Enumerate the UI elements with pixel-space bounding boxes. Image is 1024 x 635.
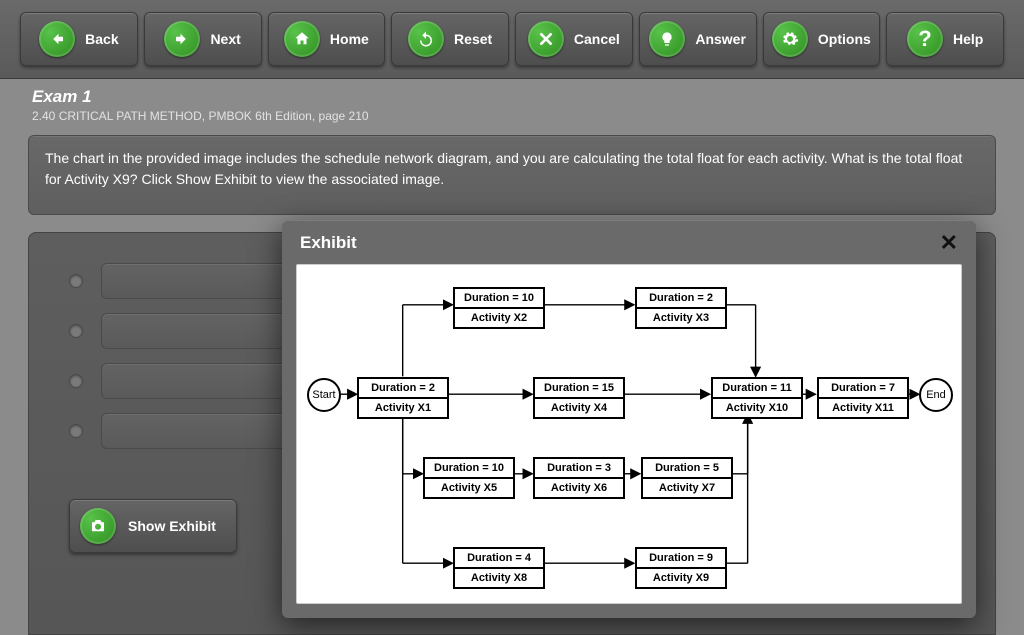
cancel-label: Cancel xyxy=(574,31,620,47)
next-label: Next xyxy=(210,31,240,47)
end-node: End xyxy=(919,378,953,412)
activity-x3: Duration = 2 Activity X3 xyxy=(635,287,727,329)
options-label: Options xyxy=(818,31,871,47)
radio-option-1[interactable] xyxy=(69,274,83,288)
back-button[interactable]: Back xyxy=(20,12,138,66)
answer-button[interactable]: Answer xyxy=(639,12,757,66)
arrow-left-icon xyxy=(39,21,75,57)
activity-x11: Duration = 7 Activity X11 xyxy=(817,377,909,419)
start-node: Start xyxy=(307,378,341,412)
activity-x10: Duration = 11 Activity X10 xyxy=(711,377,803,419)
exhibit-diagram: Start Duration = 2 Activity X1 Duration … xyxy=(296,264,962,604)
question-text: The chart in the provided image includes… xyxy=(28,135,996,215)
question-icon: ? xyxy=(907,21,943,57)
reset-button[interactable]: Reset xyxy=(391,12,509,66)
next-button[interactable]: Next xyxy=(144,12,262,66)
answer-label: Answer xyxy=(695,31,746,47)
show-exhibit-label: Show Exhibit xyxy=(128,518,216,534)
activity-x4: Duration = 15 Activity X4 xyxy=(533,377,625,419)
activity-x6: Duration = 3 Activity X6 xyxy=(533,457,625,499)
activity-x8: Duration = 4 Activity X8 xyxy=(453,547,545,589)
diagram-edges xyxy=(297,265,961,603)
radio-option-3[interactable] xyxy=(69,374,83,388)
activity-x9: Duration = 9 Activity X9 xyxy=(635,547,727,589)
exam-subtitle: 2.40 CRITICAL PATH METHOD, PMBOK 6th Edi… xyxy=(32,109,992,123)
help-label: Help xyxy=(953,31,983,47)
home-label: Home xyxy=(330,31,369,47)
modal-header: Exhibit ✕ xyxy=(282,220,976,264)
activity-x1: Duration = 2 Activity X1 xyxy=(357,377,449,419)
options-button[interactable]: Options xyxy=(763,12,881,66)
arrow-right-icon xyxy=(164,21,200,57)
activity-x2: Duration = 10 Activity X2 xyxy=(453,287,545,329)
camera-icon xyxy=(80,508,116,544)
modal-close-button[interactable]: ✕ xyxy=(940,230,958,256)
close-icon xyxy=(528,21,564,57)
show-exhibit-button[interactable]: Show Exhibit xyxy=(69,499,237,553)
exhibit-modal: Exhibit ✕ xyxy=(282,220,976,618)
activity-x7: Duration = 5 Activity X7 xyxy=(641,457,733,499)
refresh-icon xyxy=(408,21,444,57)
radio-option-2[interactable] xyxy=(69,324,83,338)
home-button[interactable]: Home xyxy=(268,12,386,66)
cancel-button[interactable]: Cancel xyxy=(515,12,633,66)
reset-label: Reset xyxy=(454,31,492,47)
modal-title: Exhibit xyxy=(300,233,357,253)
home-icon xyxy=(284,21,320,57)
help-button[interactable]: ? Help xyxy=(886,12,1004,66)
activity-x5: Duration = 10 Activity X5 xyxy=(423,457,515,499)
radio-option-4[interactable] xyxy=(69,424,83,438)
toolbar: Back Next Home Reset Cancel Answer Opt xyxy=(0,0,1024,79)
gear-icon xyxy=(772,21,808,57)
lightbulb-icon xyxy=(649,21,685,57)
back-label: Back xyxy=(85,31,118,47)
exam-title: Exam 1 xyxy=(32,87,992,107)
exam-header: Exam 1 2.40 CRITICAL PATH METHOD, PMBOK … xyxy=(0,79,1024,127)
